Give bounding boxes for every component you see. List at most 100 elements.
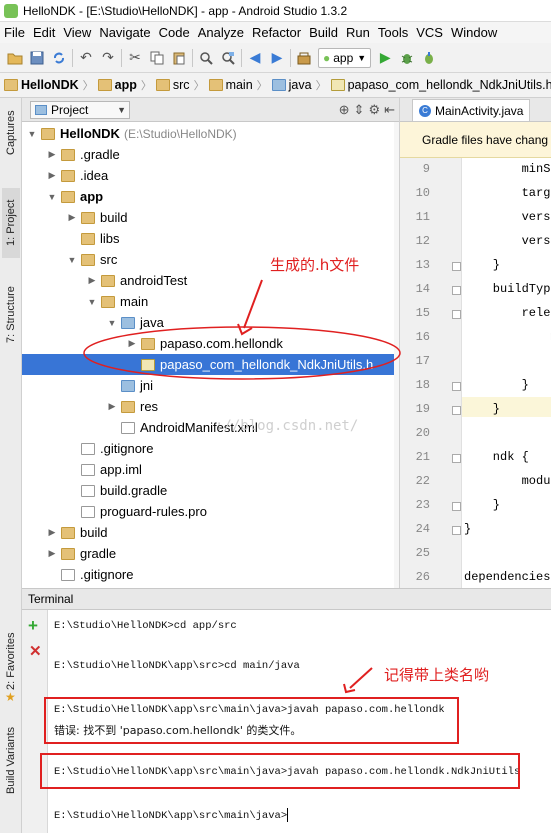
expanded-arrow-icon[interactable]: ▼ (46, 192, 58, 202)
tree-item[interactable]: ▶ gradle (22, 543, 399, 564)
favorites-tab[interactable]: 2: Favorites (2, 624, 20, 698)
copy-icon[interactable] (146, 47, 168, 69)
replace-icon[interactable] (217, 47, 239, 69)
tree-item[interactable]: ▶ build (22, 522, 399, 543)
structure-tab[interactable]: 7: Structure (2, 274, 20, 356)
tree-item[interactable]: ▼ HelloNDK (E:\Studio\HelloNDK) (22, 123, 399, 144)
fold-marker-icon[interactable] (452, 454, 461, 463)
menu-build[interactable]: Build (305, 25, 342, 40)
run-configuration-dropdown[interactable]: ● app ▼ (318, 47, 372, 68)
tree-item[interactable]: jni (22, 375, 399, 396)
collapse-all-icon[interactable]: ⇕ (354, 102, 365, 118)
collapsed-arrow-icon[interactable]: ▶ (46, 548, 58, 559)
fold-marker-icon[interactable] (452, 286, 461, 295)
hide-panel-icon[interactable]: ⇤ (384, 102, 395, 118)
collapsed-arrow-icon[interactable]: ▶ (46, 170, 58, 181)
window-title: HelloNDK - [E:\Studio\HelloNDK] - app - … (23, 3, 348, 18)
tree-item[interactable]: ▼ java (22, 312, 399, 333)
tree-item-label: papaso_com_hellondk_NdkJniUtils.h (160, 357, 374, 372)
project-view-selector[interactable]: Project ▼ (30, 100, 130, 119)
make-project-icon[interactable] (293, 47, 315, 69)
menu-navigate[interactable]: Navigate (95, 25, 154, 40)
project-tab[interactable]: 1: Project (2, 188, 20, 258)
paste-icon[interactable] (168, 47, 190, 69)
collapsed-arrow-icon[interactable]: ▶ (106, 401, 118, 412)
collapsed-arrow-icon[interactable]: ▶ (86, 275, 98, 286)
close-session-icon[interactable]: ✕ (29, 642, 42, 660)
collapsed-arrow-icon[interactable]: ▶ (66, 212, 78, 223)
gradle-sync-banner: Gradle files have chang (400, 122, 551, 158)
menu-file[interactable]: File (0, 25, 29, 40)
folder-icon (61, 169, 75, 182)
forward-icon[interactable]: ▶ (266, 47, 288, 69)
attach-debugger-icon[interactable] (418, 47, 440, 69)
file-icon (81, 505, 95, 518)
tab-mainactivity[interactable]: C MainActivity.java (412, 99, 531, 121)
expanded-arrow-icon[interactable]: ▼ (86, 297, 98, 307)
find-icon[interactable] (195, 47, 217, 69)
tree-item[interactable]: .gitignore (22, 438, 399, 459)
menu-run[interactable]: Run (342, 25, 374, 40)
tree-item[interactable]: app.iml (22, 459, 399, 480)
breadcrumb-item-main[interactable]: main 〉 (208, 77, 272, 93)
tree-item[interactable]: proguard-rules.pro (22, 501, 399, 522)
fold-marker-icon[interactable] (452, 502, 461, 511)
back-icon[interactable]: ◀ (244, 47, 266, 69)
debug-icon[interactable] (396, 47, 418, 69)
chevron-down-icon: ▼ (357, 52, 367, 63)
tree-item[interactable]: .gitignore (22, 564, 399, 585)
fold-marker-icon[interactable] (452, 310, 461, 319)
expanded-arrow-icon[interactable]: ▼ (66, 255, 78, 265)
cut-icon[interactable]: ✂ (124, 47, 146, 69)
folder-icon (61, 547, 75, 560)
fold-marker-icon[interactable] (452, 382, 461, 391)
breadcrumb-item-src[interactable]: src 〉 (155, 77, 209, 93)
tree-item[interactable]: ▶ build (22, 207, 399, 228)
run-icon[interactable]: ▶ (374, 47, 396, 69)
build-variants-tab[interactable]: Build Variants (2, 714, 20, 806)
breadcrumb-item-hellondk[interactable]: HelloNDK 〉 (4, 77, 98, 93)
line-number: 14 (415, 282, 430, 296)
scroll-from-source-icon[interactable]: ⊕ (339, 102, 350, 118)
breadcrumb-item-java[interactable]: java 〉 (271, 77, 331, 93)
tree-item[interactable]: ▶ res (22, 396, 399, 417)
tree-item[interactable]: ▶ .gradle (22, 144, 399, 165)
menu-edit[interactable]: Edit (29, 25, 59, 40)
fold-marker-icon[interactable] (452, 526, 461, 535)
collapsed-arrow-icon[interactable]: ▶ (46, 527, 58, 538)
editor-panel: C MainActivity.java Gradle files have ch… (399, 98, 551, 588)
menu-tools[interactable]: Tools (374, 25, 412, 40)
new-session-icon[interactable]: + (28, 616, 38, 636)
annotation-header-note: 生成的.h文件 (270, 256, 360, 274)
tree-item[interactable]: ▼ main (22, 291, 399, 312)
menu-window[interactable]: Window (447, 25, 501, 40)
tree-item[interactable]: build.gradle (22, 480, 399, 501)
tree-item[interactable]: ▶ .idea (22, 165, 399, 186)
captures-tab[interactable]: Captures (2, 104, 20, 162)
menu-vcs[interactable]: VCS (412, 25, 447, 40)
collapsed-arrow-icon[interactable]: ▶ (46, 149, 58, 160)
breadcrumb-item-header-file[interactable]: papaso_com_hellondk_NdkJniUtils.h (330, 78, 551, 92)
breadcrumb-item-app[interactable]: app 〉 (97, 77, 156, 93)
folder-icon (81, 232, 95, 245)
header-file-icon (330, 79, 345, 91)
sync-icon[interactable] (48, 47, 70, 69)
collapsed-arrow-icon[interactable]: ▶ (126, 338, 138, 349)
redo-icon[interactable]: ↷ (97, 47, 119, 69)
expanded-arrow-icon[interactable]: ▼ (106, 318, 118, 328)
open-folder-icon[interactable] (4, 47, 26, 69)
menu-view[interactable]: View (59, 25, 95, 40)
tree-item[interactable]: papaso_com_hellondk_NdkJniUtils.h (22, 354, 399, 375)
menu-refactor[interactable]: Refactor (248, 25, 305, 40)
expanded-arrow-icon[interactable]: ▼ (26, 129, 38, 139)
tree-item[interactable]: libs (22, 228, 399, 249)
fold-marker-icon[interactable] (452, 406, 461, 415)
save-icon[interactable] (26, 47, 48, 69)
menu-analyze[interactable]: Analyze (194, 25, 248, 40)
fold-marker-icon[interactable] (452, 262, 461, 271)
gear-icon[interactable]: ⚙ (368, 102, 380, 118)
tree-item[interactable]: ▶ papaso.com.hellondk (22, 333, 399, 354)
undo-icon[interactable]: ↶ (75, 47, 97, 69)
menu-code[interactable]: Code (155, 25, 194, 40)
tree-item[interactable]: ▼ app (22, 186, 399, 207)
